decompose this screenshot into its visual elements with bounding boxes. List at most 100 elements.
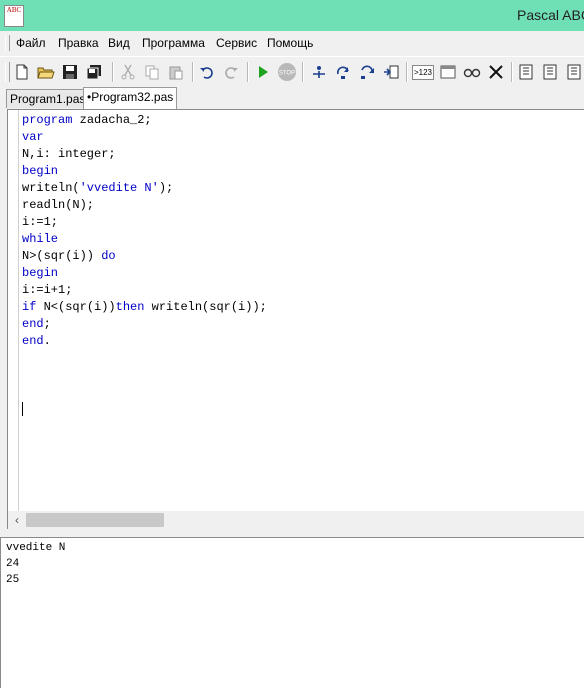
evaluate-button[interactable]: >123 [411,61,435,83]
keyword-token: begin [22,266,59,280]
output-line: 25 [6,574,20,586]
code-line: N>(sqr(i)) do [22,248,267,265]
toolbar-separator [192,62,194,82]
step-over-button[interactable] [332,61,354,83]
keyword-token: while [22,232,59,246]
window-title: Pascal ABC [517,7,584,23]
output-window-button[interactable] [437,61,459,83]
scroll-left-icon[interactable]: ‹ [10,513,24,527]
menu-help[interactable]: Помощь [267,36,313,50]
paste-button[interactable] [165,61,187,83]
watch-button[interactable] [461,61,483,83]
scrollbar-thumb[interactable] [26,513,164,527]
code-token: . [43,334,51,348]
redo-button[interactable] [220,61,242,83]
save-icon [63,65,77,79]
code-line: program zadacha_2; [22,112,267,129]
keyword-token: end [22,317,44,331]
code-line: begin [22,265,267,282]
cut-button[interactable] [117,61,139,83]
menu-program[interactable]: Программа [142,36,205,50]
doc-3-button[interactable] [563,61,584,83]
keyword-token: program [22,113,73,127]
code-token: N<(sqr(i)) [36,300,116,314]
run-to-cursor-icon [384,65,399,79]
output-line: 24 [6,558,20,570]
save-all-icon [86,65,101,80]
run-to-cursor-button[interactable] [380,61,402,83]
app-icon: ABC [4,5,24,27]
save-button[interactable] [59,61,81,83]
open-folder-icon [37,67,55,79]
code-line: end; [22,316,267,333]
tab-strip: Program1.pas •Program32.pas [0,86,584,109]
open-button[interactable] [35,61,57,83]
keyword-token: if [22,300,37,314]
save-all-button[interactable] [83,61,105,83]
cut-icon [121,64,135,80]
code-token: ; [43,317,51,331]
code-line: i:=i+1; [22,282,267,299]
menu-view[interactable]: Вид [108,36,130,50]
copy-button[interactable] [141,61,163,83]
close-button[interactable] [485,61,507,83]
doc-1-button[interactable] [515,61,537,83]
tab-program1[interactable]: Program1.pas [6,89,90,108]
copy-icon [145,65,159,80]
run-button[interactable] [252,61,274,83]
code-token: i:=i+1; [22,283,73,297]
code-editor[interactable]: program zadacha_2; var N,i: integer; begin w… [7,109,584,512]
doc-2-button[interactable] [539,61,561,83]
menu-grip [5,35,10,51]
code-line: N,i: integer; [22,146,267,163]
toolbar-separator [511,62,513,82]
stop-icon: STOP [278,63,296,81]
code-line: begin [22,163,267,180]
step-into-button[interactable] [308,61,330,83]
step-out-button[interactable] [356,61,378,83]
svg-text:STOP: STOP [279,71,295,77]
close-icon [489,65,503,79]
output-text: vvedite N 24 25 [6,540,65,588]
keyword-token: do [101,249,116,263]
menu-service[interactable]: Сервис [216,36,257,50]
title-bar: ABC Pascal ABC [0,0,584,31]
new-file-icon [16,64,28,80]
undo-icon [200,67,213,79]
toolbar-separator [112,62,114,82]
code-line: end. [22,333,267,350]
code-token: N>(sqr(i)) [22,249,102,263]
keyword-token: then [115,300,145,314]
panel-splitter[interactable] [0,529,584,538]
tab-program32[interactable]: •Program32.pas [83,87,178,109]
stop-button[interactable]: STOP [276,61,298,83]
watch-icon [463,68,481,78]
menu-file[interactable]: Файл [16,36,46,50]
output-line: vvedite N [6,542,66,554]
code-token: N,i: integer; [22,147,116,161]
doc-1-icon [519,64,533,80]
output-window-icon [440,65,456,79]
toolbar-grip [5,62,10,82]
code-text: program zadacha_2; var N,i: integer; begin w… [22,112,267,350]
code-token: writeln(sqr(i)); [144,300,267,314]
toolbar: STOP >123 [0,56,584,88]
toolbar-separator [247,62,249,82]
code-line: writeln('vvedite N'); [22,180,267,197]
new-file-button[interactable] [11,61,33,83]
paste-icon [169,66,183,80]
horizontal-scrollbar[interactable]: ‹ [7,511,584,529]
undo-button[interactable] [196,61,218,83]
output-panel: vvedite N 24 25 [0,538,584,688]
step-over-icon [336,66,349,79]
editor-gutter [8,110,19,512]
code-line: if N<(sqr(i))then writeln(sqr(i)); [22,299,267,316]
toolbar-separator [406,62,408,82]
keyword-token: var [22,130,44,144]
code-token: i:=1; [22,215,59,229]
menu-edit[interactable]: Правка [58,36,99,50]
menu-bar: Файл Правка Вид Программа Сервис Помощь [0,31,584,55]
step-into-icon [313,66,325,78]
toolbar-separator [302,62,304,82]
code-line: readln(N); [22,197,267,214]
